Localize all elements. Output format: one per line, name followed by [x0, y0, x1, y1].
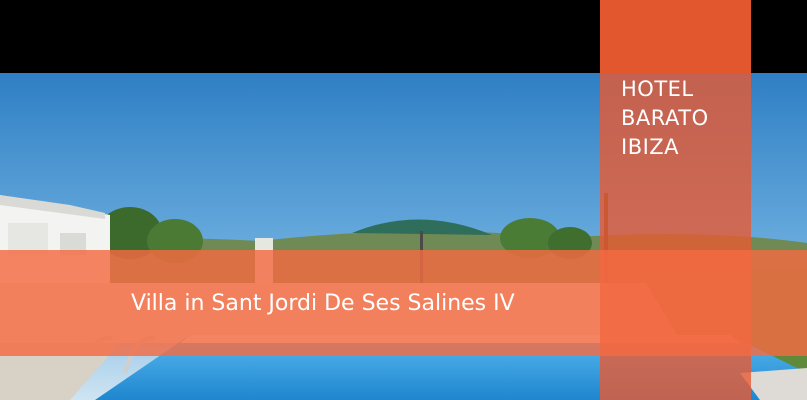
brand-line-ibiza: IBIZA	[621, 135, 680, 159]
brand-line-barato: BARATO	[621, 106, 709, 130]
hero-banner: HOTEL BARATO IBIZA Villa in Sant Jordi D…	[0, 0, 807, 400]
brand-logo-text[interactable]: HOTEL BARATO IBIZA	[621, 75, 746, 162]
page-title: Villa in Sant Jordi De Ses Salines IV	[131, 291, 515, 316]
brand-line-hotel: HOTEL	[621, 77, 694, 101]
